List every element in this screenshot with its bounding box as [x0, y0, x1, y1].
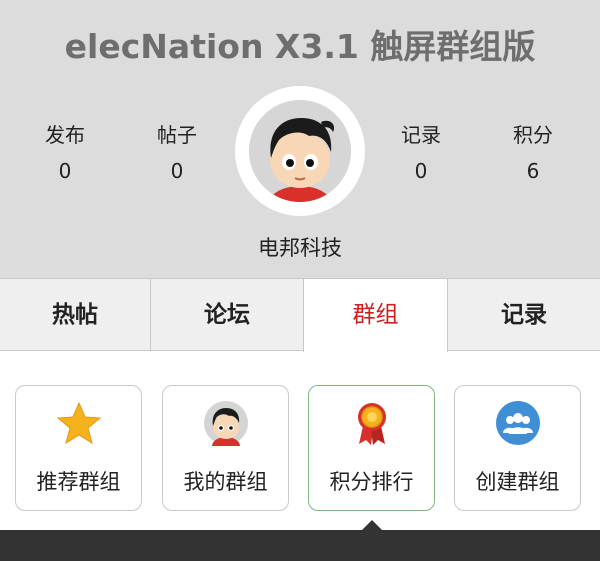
stat-records[interactable]: 记录 0	[366, 122, 476, 184]
stat-label: 记录	[401, 123, 441, 147]
avatar-icon	[203, 400, 249, 455]
stat-value: 0	[170, 159, 184, 183]
avatar-icon	[249, 100, 351, 202]
card-points-ranking[interactable]: 积分排行	[308, 385, 435, 511]
username[interactable]: 电邦科技	[0, 232, 600, 262]
card-create-group[interactable]: 创建群组	[454, 385, 581, 511]
star-icon	[56, 400, 102, 446]
stat-value: 6	[526, 159, 540, 183]
card-label: 我的群组	[183, 470, 268, 494]
stat-posts[interactable]: 发布 0	[10, 122, 120, 184]
tab-groups[interactable]: 群组	[303, 279, 448, 352]
tab-hot-posts[interactable]: 热帖	[0, 279, 151, 351]
card-label: 推荐群组	[36, 470, 121, 494]
card-my-groups[interactable]: 我的群组	[162, 385, 289, 511]
app-title: elecNation X3.1 触屏群组版	[64, 27, 536, 66]
avatar[interactable]	[235, 86, 365, 216]
card-label: 积分排行	[329, 470, 414, 494]
profile-header: elecNation X3.1 触屏群组版 发布 0 帖子 0 记录 0 积分 …	[0, 0, 600, 278]
stat-value: 0	[414, 159, 428, 183]
stat-value: 0	[58, 159, 72, 183]
tab-forum[interactable]: 论坛	[151, 279, 303, 351]
tab-bar: 热帖 论坛 群组 记录	[0, 278, 600, 352]
tab-records[interactable]: 记录	[448, 279, 600, 351]
medal-icon	[349, 400, 395, 446]
stat-points[interactable]: 积分 6	[478, 122, 588, 184]
stat-label: 积分	[513, 123, 553, 147]
card-recommended-groups[interactable]: 推荐群组	[15, 385, 142, 511]
bottom-bar	[0, 530, 600, 561]
stat-threads[interactable]: 帖子 0	[122, 122, 232, 184]
stat-label: 发布	[45, 123, 85, 147]
people-icon	[495, 400, 541, 446]
stat-label: 帖子	[157, 123, 197, 147]
card-label: 创建群组	[475, 470, 560, 494]
